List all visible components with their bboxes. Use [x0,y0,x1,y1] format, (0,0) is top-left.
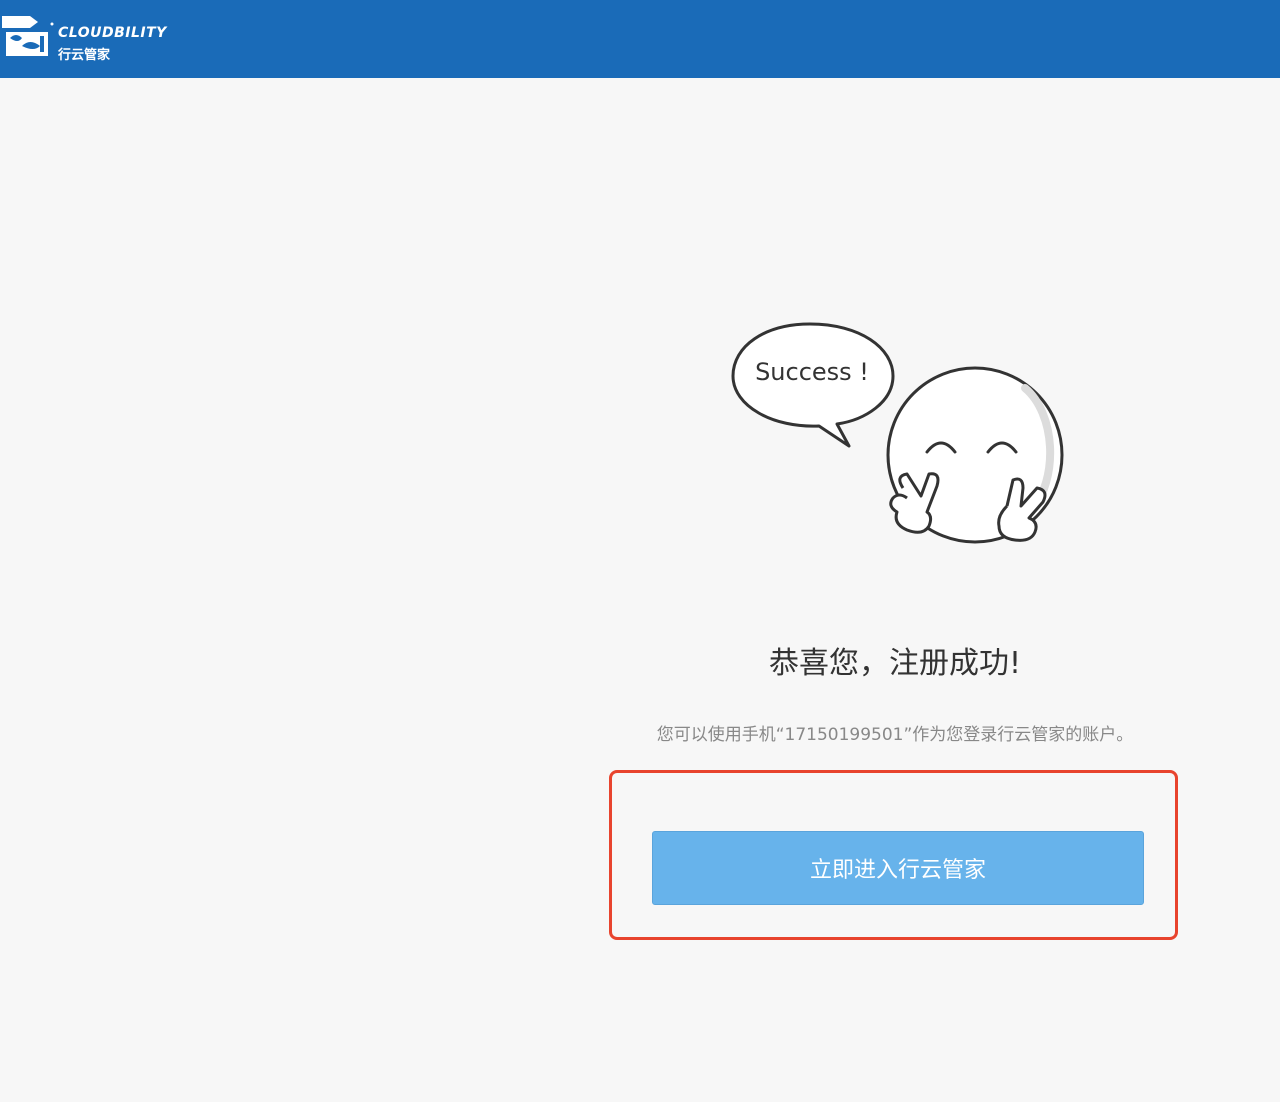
smiley-victory-icon [731,322,1064,544]
brand-logo[interactable]: CLOUDBILITY 行云管家 [0,12,180,64]
account-info-text: 您可以使用手机“17150199501”作为您登录行云管家的账户。 [656,725,1134,745]
cloud-logo-icon [2,16,54,56]
brand-name-cn: 行云管家 [58,48,111,63]
top-header-bar: CLOUDBILITY 行云管家 [0,0,1280,78]
success-title: 恭喜您，注册成功! [768,646,1022,681]
enter-app-button[interactable]: 立即进入行云管家 [652,831,1144,905]
bubble-text: Success ! [755,358,869,386]
brand-name-en: CLOUDBILITY [58,25,167,41]
success-illustration: Success ! [725,318,1070,553]
